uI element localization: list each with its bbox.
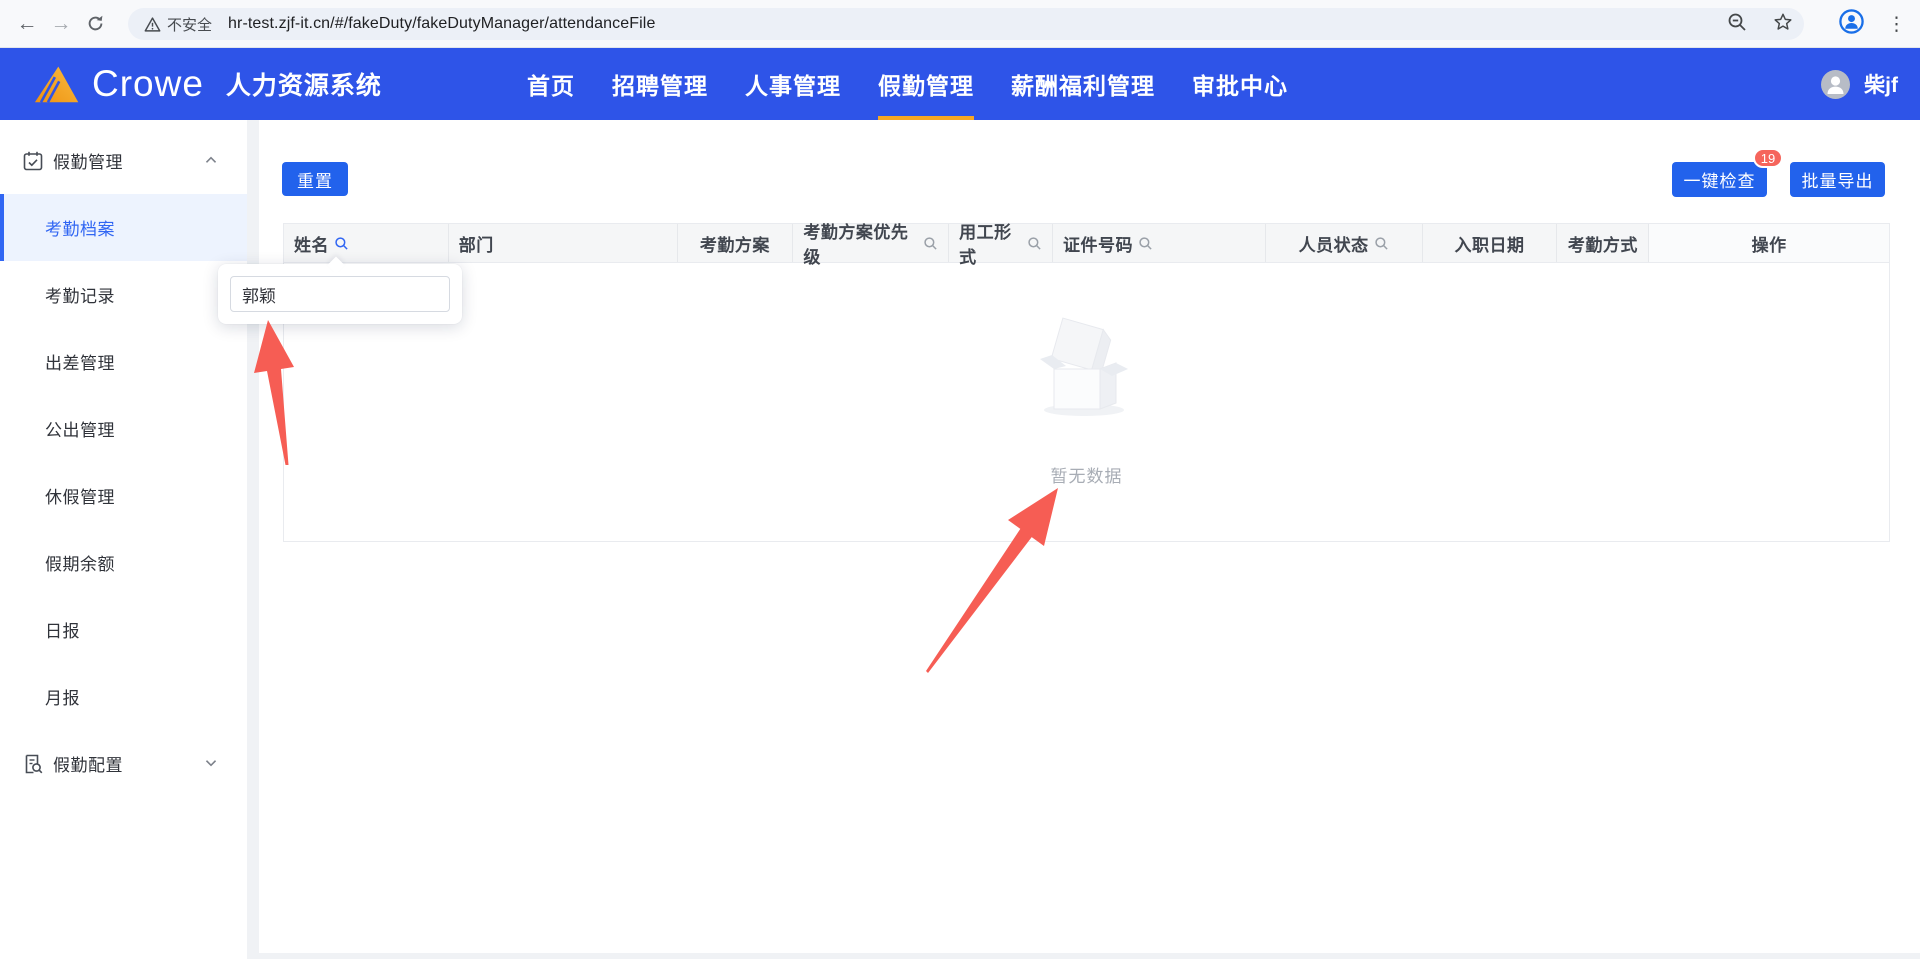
forward-arrow-icon[interactable]: → bbox=[44, 7, 78, 41]
nav-item-2[interactable]: 人事管理 bbox=[745, 48, 841, 120]
chevron-up-icon bbox=[201, 150, 223, 172]
browser-toolbar: ← → 不安全 hr-test.zjf-it.cn/#/fakeDuty/fak… bbox=[0, 0, 1920, 48]
column-label: 考勤方案 bbox=[699, 235, 770, 255]
sidebar-item-0-4[interactable]: 休假管理 bbox=[0, 462, 247, 529]
column-header-5: 证件号码 bbox=[1053, 224, 1266, 262]
bookmark-star-icon[interactable] bbox=[1772, 11, 1794, 38]
column-header-7: 入职日期 bbox=[1423, 224, 1558, 262]
column-header-0: 姓名 bbox=[284, 224, 449, 262]
address-bar[interactable]: 不安全 hr-test.zjf-it.cn/#/fakeDuty/fakeDut… bbox=[128, 8, 1804, 40]
column-header-1: 部门 bbox=[449, 224, 678, 262]
empty-text: 暂无数据 bbox=[1050, 467, 1123, 486]
column-header-3: 考勤方案优先级 bbox=[793, 223, 950, 267]
nav-item-4[interactable]: 薪酬福利管理 bbox=[1011, 48, 1155, 120]
back-arrow-icon[interactable]: ← bbox=[10, 7, 44, 41]
sidebar-item-0-5[interactable]: 假期余额 bbox=[0, 529, 247, 596]
sidebar-item-label: 出差管理 bbox=[45, 354, 115, 373]
sidebar-item-0-2[interactable]: 出差管理 bbox=[0, 328, 247, 395]
avatar bbox=[1821, 69, 1851, 99]
user-avatar-icon bbox=[1827, 75, 1844, 94]
sidebar-item-label: 公出管理 bbox=[45, 421, 115, 440]
table-header-row: 姓名 部门 考勤方案 考勤方案优先级 用工形式 证件号码 人员状态 入职日期 考勤方式 操作 bbox=[284, 223, 1889, 267]
app-header: Crowe 人力资源系统 首页 招聘管理 人事管理 假勤管理 薪酬福利管理 审批中心 柴j… bbox=[0, 48, 1920, 120]
column-label: 考勤方式 bbox=[1567, 235, 1638, 255]
empty-state: 暂无数据 bbox=[284, 263, 1889, 542]
column-label: 姓名 bbox=[294, 235, 329, 255]
column-header-2: 考勤方案 bbox=[678, 224, 794, 262]
security-label: 不安全 bbox=[167, 16, 213, 34]
name-filter-popup bbox=[218, 256, 462, 324]
kebab-menu-icon[interactable]: ⋮ bbox=[1887, 13, 1906, 36]
search-icon[interactable] bbox=[1027, 236, 1042, 251]
warning-icon bbox=[144, 16, 161, 32]
column-header-9: 操作 bbox=[1649, 224, 1889, 262]
crowe-logo-icon bbox=[34, 66, 79, 103]
sidebar-item-0-0[interactable]: 考勤档案 bbox=[0, 194, 247, 261]
security-chip[interactable]: 不安全 bbox=[144, 14, 212, 35]
sidebar-item-label: 日报 bbox=[45, 622, 80, 641]
column-label: 人员状态 bbox=[1298, 235, 1369, 255]
document-search-icon bbox=[22, 753, 44, 775]
main-content: 重置 一键检查 19 批量导出 姓名 部门 考勤方案 考勤方案优先级 用工形式 证件号码 人… bbox=[259, 120, 1920, 953]
search-icon[interactable] bbox=[1138, 236, 1153, 251]
url-text[interactable]: hr-test.zjf-it.cn/#/fakeDuty/fakeDutyMan… bbox=[228, 15, 655, 33]
bottom-scroll-track[interactable] bbox=[259, 953, 1920, 959]
column-label: 部门 bbox=[458, 235, 494, 255]
attendance-table: 姓名 部门 考勤方案 考勤方案优先级 用工形式 证件号码 人员状态 入职日期 考勤方式 操作 暂无… bbox=[283, 223, 1890, 542]
chevron-down-icon bbox=[201, 753, 223, 775]
calendar-check-icon bbox=[22, 150, 44, 172]
user-name: 柴jf bbox=[1864, 74, 1898, 97]
column-label: 入职日期 bbox=[1454, 235, 1525, 255]
search-icon[interactable] bbox=[1374, 236, 1389, 251]
reset-button[interactable]: 重置 bbox=[282, 162, 348, 196]
sidebar-item-label: 月报 bbox=[45, 689, 80, 708]
column-header-6: 人员状态 bbox=[1266, 224, 1423, 262]
sidebar-group-label: 假勤配置 bbox=[53, 756, 123, 775]
column-label: 证件号码 bbox=[1063, 235, 1134, 255]
nav-item-3[interactable]: 假勤管理 bbox=[878, 48, 974, 120]
sidebar: 假勤管理 考勤档案考勤记录出差管理公出管理休假管理假期余额日报月报 假勤配置 bbox=[0, 120, 247, 959]
sidebar-item-label: 假期余额 bbox=[45, 555, 115, 574]
screen: ← → 不安全 hr-test.zjf-it.cn/#/fakeDuty/fak… bbox=[0, 0, 1920, 959]
sidebar-item-0-3[interactable]: 公出管理 bbox=[0, 395, 247, 462]
column-label: 用工形式 bbox=[959, 223, 1012, 267]
sidebar-item-label: 休假管理 bbox=[45, 488, 115, 507]
sidebar-item-label: 考勤记录 bbox=[45, 287, 115, 306]
user-menu[interactable]: 柴jf bbox=[1821, 48, 1898, 120]
column-header-8: 考勤方式 bbox=[1557, 224, 1650, 262]
sidebar-group-0[interactable]: 假勤管理 bbox=[0, 127, 247, 194]
search-icon[interactable] bbox=[923, 236, 938, 251]
zoom-out-icon[interactable] bbox=[1726, 11, 1748, 38]
sidebar-group-label: 假勤管理 bbox=[53, 153, 123, 172]
column-header-4: 用工形式 bbox=[949, 223, 1054, 267]
search-icon[interactable] bbox=[334, 236, 349, 251]
logo-text: Crowe bbox=[92, 63, 204, 104]
sidebar-item-label: 考勤档案 bbox=[45, 220, 115, 239]
check-count-badge: 19 bbox=[1753, 148, 1783, 168]
sidebar-item-0-6[interactable]: 日报 bbox=[0, 596, 247, 663]
name-filter-input[interactable] bbox=[230, 276, 450, 312]
reload-icon[interactable] bbox=[78, 7, 112, 41]
logo: Crowe 人力资源系统 bbox=[28, 61, 382, 107]
nav-item-0[interactable]: 首页 bbox=[527, 48, 575, 120]
sidebar-divider bbox=[247, 120, 259, 959]
column-label: 考勤方案优先级 bbox=[803, 223, 909, 267]
empty-box-icon bbox=[1039, 317, 1128, 416]
app-title: 人力资源系统 bbox=[225, 72, 382, 100]
sidebar-group-1[interactable]: 假勤配置 bbox=[0, 730, 247, 797]
sidebar-item-0-7[interactable]: 月报 bbox=[0, 663, 247, 730]
nav-item-1[interactable]: 招聘管理 bbox=[612, 48, 708, 120]
batch-export-button[interactable]: 批量导出 bbox=[1790, 162, 1885, 197]
profile-icon[interactable] bbox=[1838, 8, 1865, 40]
column-label: 操作 bbox=[1751, 235, 1787, 255]
one-key-check-button[interactable]: 一键检查 bbox=[1672, 162, 1767, 197]
main-nav: 首页 招聘管理 人事管理 假勤管理 薪酬福利管理 审批中心 bbox=[527, 48, 1288, 120]
nav-item-5[interactable]: 审批中心 bbox=[1192, 48, 1288, 120]
sidebar-item-0-1[interactable]: 考勤记录 bbox=[0, 261, 247, 328]
